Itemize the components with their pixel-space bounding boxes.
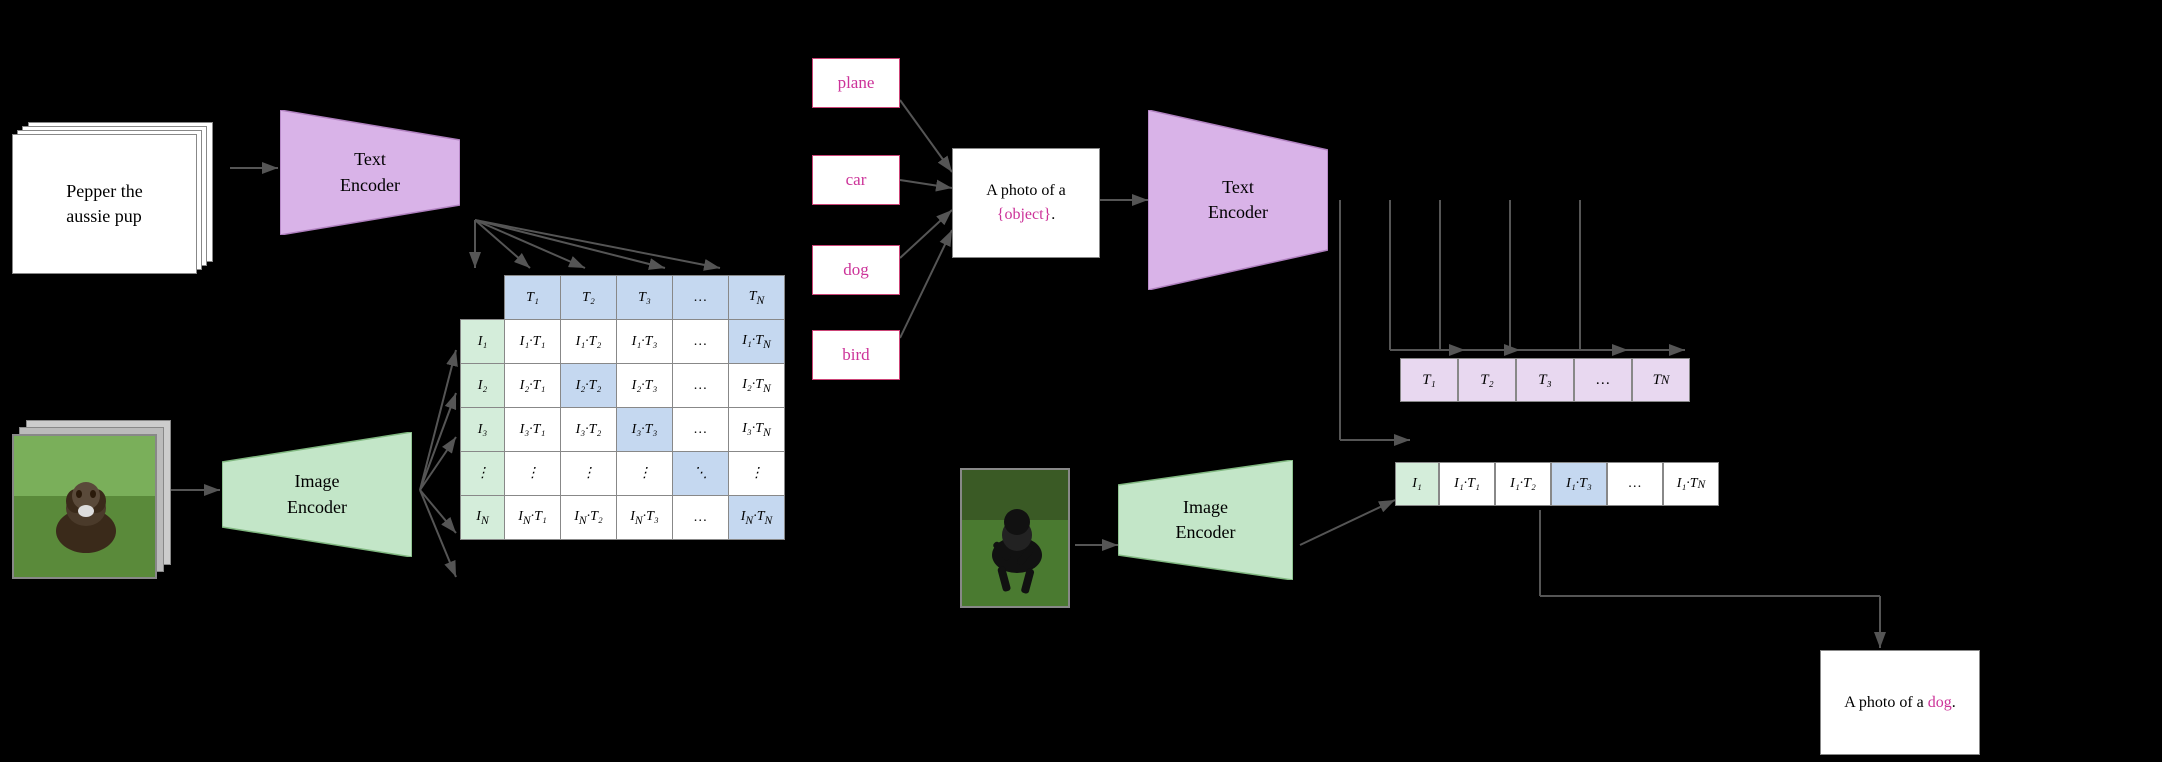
right-token-t1: T₁ [1400, 358, 1458, 402]
cell-i3t1: I₃·T₁ [505, 408, 561, 452]
row-label-i1: I₁ [461, 320, 505, 364]
right-token-row: T₁ T₂ T₃ … TN [1400, 358, 1690, 402]
right-token-tn: TN [1632, 358, 1690, 402]
cell-dotsdots: ⋱ [673, 452, 729, 496]
matrix-row-dots: ⋮ ⋮ ⋮ ⋮ ⋱ ⋮ [461, 452, 785, 496]
result-prompt-box: A photo of a dog. [1820, 650, 1980, 755]
right-result-i1t1: I₁·T₁ [1439, 462, 1495, 506]
cell-int2: IN·T₂ [561, 496, 617, 540]
prompt-template-box: A photo of a {object}. [952, 148, 1100, 258]
cell-dotstn: ⋮ [729, 452, 785, 496]
prompt-template-text: A photo of a {object}. [963, 179, 1089, 227]
cell-i3dots: … [673, 408, 729, 452]
left-image-encoder: Image Encoder [222, 432, 412, 557]
result-prompt-text: A photo of a dog. [1844, 690, 1956, 716]
cell-int3: IN·T₃ [617, 496, 673, 540]
prompt-highlight: {object} [997, 206, 1051, 223]
col-header-t1: T₁ [505, 276, 561, 320]
col-header-t3: T₃ [617, 276, 673, 320]
matrix-row-3: I₃ I₃·T₁ I₃·T₂ I₃·T₃ … I₃·TN [461, 408, 785, 452]
row-label-i2: I₂ [461, 364, 505, 408]
right-result-i1dots: … [1607, 462, 1663, 506]
col-header-tn: TN [729, 276, 785, 320]
right-result-i1t2: I₁·T₂ [1495, 462, 1551, 506]
cell-i2tn: I₂·TN [729, 364, 785, 408]
cell-i1t1: I₁·T₁ [505, 320, 561, 364]
cell-i3t3: I₃·T₃ [617, 408, 673, 452]
matrix-row-n: IN IN·T₁ IN·T₂ IN·T₃ … IN·TN [461, 496, 785, 540]
right-token-t2: T₂ [1458, 358, 1516, 402]
class-box-bird: bird [812, 330, 900, 380]
cell-intn: IN·TN [729, 496, 785, 540]
cell-i3tn: I₃·TN [729, 408, 785, 452]
cell-i1dots: … [673, 320, 729, 364]
right-token-t3: T₃ [1516, 358, 1574, 402]
cell-i1t2: I₁·T₂ [561, 320, 617, 364]
row-label-i3: I₃ [461, 408, 505, 452]
text-page-label: Pepper the aussie pup [66, 179, 142, 229]
cell-dotst1: ⋮ [505, 452, 561, 496]
cell-i2t2: I₂·T₂ [561, 364, 617, 408]
right-token-dots: … [1574, 358, 1632, 402]
right-text-encoder-label: Text Encoder [1148, 110, 1328, 290]
right-dog-illustration [962, 470, 1070, 608]
similarity-matrix: T₁ T₂ T₃ … TN I₁ I₁·T₁ I₁·T₂ I₁·T₃ … I₁·… [460, 275, 785, 540]
class-box-car: car [812, 155, 900, 205]
right-dog-image [960, 468, 1070, 608]
row-label-dots: ⋮ [461, 452, 505, 496]
right-image-encoder: Image Encoder [1118, 460, 1293, 580]
class-box-dog: dog [812, 245, 900, 295]
right-result-i1tn: I₁·TN [1663, 462, 1719, 506]
cell-int1: IN·T₁ [505, 496, 561, 540]
cell-i2t1: I₂·T₁ [505, 364, 561, 408]
right-result-i1t3: I₁·T₃ [1551, 462, 1607, 506]
cell-i1t3: I₁·T₃ [617, 320, 673, 364]
class-box-plane: plane [812, 58, 900, 108]
col-header-t2: T₂ [561, 276, 617, 320]
result-dog-highlight: dog [1928, 694, 1952, 711]
left-text-encoder-label: Text Encoder [280, 110, 460, 235]
right-image-encoder-label: Image Encoder [1118, 460, 1293, 580]
cell-i2t3: I₂·T₃ [617, 364, 673, 408]
cell-i1tn: I₁·TN [729, 320, 785, 364]
cell-i3t2: I₃·T₂ [561, 408, 617, 452]
cell-dotst2: ⋮ [561, 452, 617, 496]
dog-image-front [12, 434, 157, 579]
right-result-row: I₁ I₁·T₁ I₁·T₂ I₁·T₃ … I₁·TN [1395, 462, 1719, 506]
diagram: Pepper the aussie pup Text Encoder [0, 0, 2162, 762]
right-row-label-i1: I₁ [1395, 462, 1439, 506]
cell-i2dots: … [673, 364, 729, 408]
cell-indots: … [673, 496, 729, 540]
col-header-tdots: … [673, 276, 729, 320]
left-image-encoder-label: Image Encoder [222, 432, 412, 557]
left-text-encoder: Text Encoder [280, 110, 460, 235]
cell-dotst3: ⋮ [617, 452, 673, 496]
row-label-in: IN [461, 496, 505, 540]
matrix-row-1: I₁ I₁·T₁ I₁·T₂ I₁·T₃ … I₁·TN [461, 320, 785, 364]
dog-illustration [14, 436, 157, 579]
matrix-row-2: I₂ I₂·T₁ I₂·T₂ I₂·T₃ … I₂·TN [461, 364, 785, 408]
right-text-encoder: Text Encoder [1148, 110, 1328, 290]
text-page-front: Pepper the aussie pup [12, 134, 197, 274]
